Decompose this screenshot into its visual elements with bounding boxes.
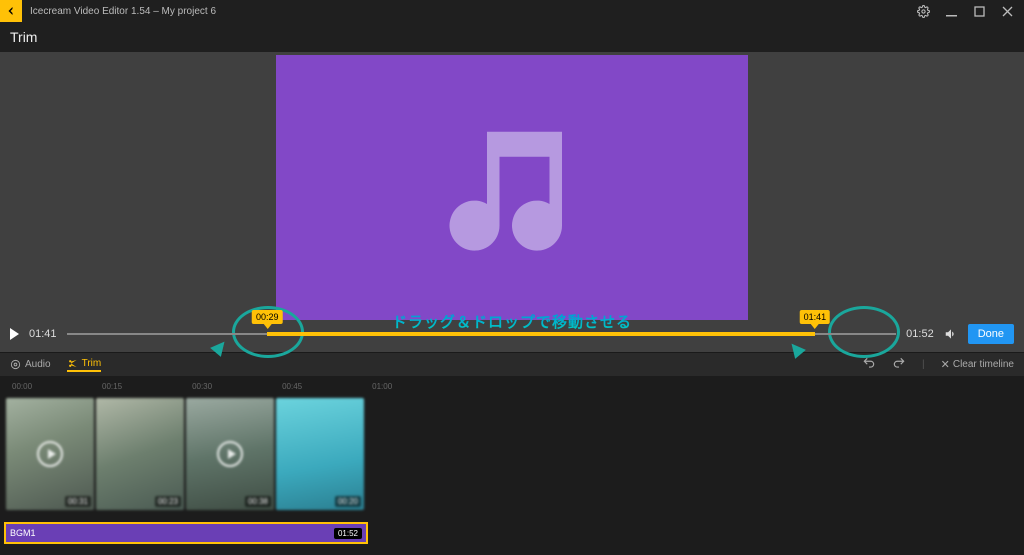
tab-trim-label: Trim — [82, 358, 102, 369]
x-icon: ✕ — [941, 358, 950, 371]
timeline-panel: 00:00 00:15 00:30 00:45 01:00 00:31 00:2… — [0, 376, 1024, 555]
clip-item[interactable]: 00:23 — [96, 398, 184, 510]
tab-audio[interactable]: Audio — [10, 359, 51, 370]
trim-selection — [267, 332, 815, 336]
close-icon[interactable] — [1000, 4, 1014, 18]
maximize-icon[interactable] — [972, 4, 986, 18]
trim-start-handle[interactable]: 00:29 — [252, 310, 283, 324]
total-time-label: 01:52 — [906, 328, 934, 340]
mode-label: Trim — [10, 29, 37, 45]
clip-item[interactable]: 00:38 — [186, 398, 274, 510]
ruler-tick: 00:15 — [102, 382, 122, 396]
audio-clip-duration: 01:52 — [334, 528, 362, 539]
audio-clip-name: BGM1 — [10, 528, 36, 538]
clip-item[interactable]: 00:20 — [276, 398, 364, 510]
clear-timeline-button[interactable]: ✕ Clear timeline — [941, 358, 1014, 371]
minimize-icon[interactable] — [944, 4, 958, 18]
volume-icon[interactable] — [944, 327, 958, 341]
done-button[interactable]: Done — [968, 324, 1014, 344]
ruler-tick: 00:45 — [282, 382, 302, 396]
preview-area: ドラッグ＆ドロップで移動させる 01:41 00:29 01:41 01:52 … — [0, 52, 1024, 352]
clip-duration: 00:23 — [155, 496, 181, 507]
settings-icon[interactable] — [916, 4, 930, 18]
timeline-tabbar: Audio Trim | ✕ Clear timeline — [0, 352, 1024, 376]
tab-trim[interactable]: Trim — [67, 358, 102, 372]
music-note-icon — [437, 113, 587, 263]
clip-item[interactable]: 00:31 — [6, 398, 94, 510]
mode-header: Trim — [0, 22, 1024, 52]
timeline-ruler: 00:00 00:15 00:30 00:45 01:00 — [6, 382, 1018, 396]
undo-button[interactable] — [862, 356, 876, 373]
current-time-label: 01:41 — [29, 328, 57, 340]
scissors-icon — [67, 358, 78, 369]
video-track[interactable]: 00:31 00:23 00:38 00:20 — [6, 398, 1018, 510]
title-bar: Icecream Video Editor 1.54 – My project … — [0, 0, 1024, 22]
trim-end-handle[interactable]: 01:41 — [800, 310, 831, 324]
play-bar: 01:41 00:29 01:41 01:52 Done — [0, 319, 1024, 349]
preview-canvas — [276, 55, 748, 320]
gear-icon — [10, 359, 21, 370]
tab-audio-label: Audio — [25, 359, 51, 370]
play-button[interactable] — [10, 328, 19, 340]
clip-duration: 00:31 — [65, 496, 91, 507]
play-overlay-icon — [37, 441, 63, 467]
back-button[interactable] — [0, 0, 22, 22]
ruler-tick: 00:30 — [192, 382, 212, 396]
seek-track[interactable]: 00:29 01:41 — [67, 333, 897, 335]
ruler-tick: 00:00 — [12, 382, 32, 396]
ruler-tick: 01:00 — [372, 382, 392, 396]
app-title: Icecream Video Editor 1.54 – My project … — [30, 6, 916, 17]
play-overlay-icon — [217, 441, 243, 467]
clip-duration: 00:20 — [335, 496, 361, 507]
redo-button[interactable] — [892, 356, 906, 373]
clip-duration: 00:38 — [245, 496, 271, 507]
arrow-left-icon — [5, 5, 17, 17]
audio-clip[interactable]: BGM1 01:52 — [6, 524, 366, 542]
clear-timeline-label: Clear timeline — [953, 359, 1014, 370]
